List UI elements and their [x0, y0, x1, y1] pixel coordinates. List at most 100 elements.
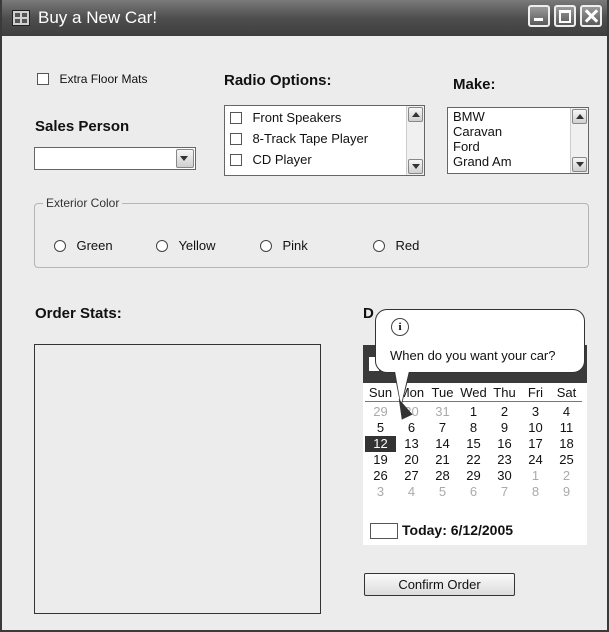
calendar-day[interactable]: 9 — [551, 484, 582, 500]
calendar-day[interactable]: 1 — [458, 404, 489, 420]
calendar-day[interactable]: 30 — [489, 468, 520, 484]
app-window: Buy a New Car! Extra Floor Mats Sales Pe… — [0, 0, 609, 632]
scroll-down-icon[interactable] — [572, 157, 587, 172]
list-item[interactable]: Grand Am — [453, 154, 512, 169]
calendar-day[interactable]: 5 — [365, 420, 396, 436]
scroll-up-icon[interactable] — [572, 109, 587, 124]
radio-label: Yellow — [178, 238, 216, 253]
calendar-day[interactable]: 14 — [427, 436, 458, 452]
title-bar[interactable]: Buy a New Car! — [2, 0, 607, 36]
exterior-color-group: Exterior Color Green Yellow Pink Red — [34, 196, 589, 268]
list-item[interactable]: Caravan — [453, 124, 512, 139]
order-stats-box — [34, 344, 321, 614]
calendar-day[interactable]: 19 — [365, 452, 396, 468]
calendar-day[interactable]: 21 — [427, 452, 458, 468]
calendar-day[interactable]: 17 — [520, 436, 551, 452]
calendar-day[interactable]: 2 — [551, 468, 582, 484]
checkbox-box[interactable] — [37, 72, 49, 85]
close-icon[interactable] — [580, 5, 602, 27]
weekday-header: Wed — [460, 385, 487, 400]
calendar-day[interactable]: 25 — [551, 452, 582, 468]
calendar-day[interactable]: 31 — [427, 404, 458, 420]
calendar-day[interactable]: 20 — [396, 452, 427, 468]
radio-circle[interactable] — [156, 239, 168, 252]
make-listbox[interactable]: BMW Caravan Ford Grand Am — [447, 107, 589, 174]
sales-person-label: Sales Person — [35, 118, 130, 135]
calendar-day[interactable]: 11 — [551, 420, 582, 436]
calendar-day[interactable]: 2 — [489, 404, 520, 420]
today-marker — [370, 523, 398, 540]
radio-circle[interactable] — [373, 239, 385, 252]
scrollbar[interactable] — [570, 108, 588, 173]
calendar-day[interactable]: 8 — [520, 484, 551, 500]
calendar-day[interactable]: 27 — [396, 468, 427, 484]
calendar-day[interactable]: 16 — [489, 436, 520, 452]
calendar-day[interactable]: 10 — [520, 420, 551, 436]
calendar-day[interactable]: 1 — [520, 468, 551, 484]
scrollbar[interactable] — [406, 106, 424, 175]
tooltip: i When do you want your car? — [375, 309, 585, 373]
radio-label: Green — [76, 238, 113, 253]
radio-options-checklist[interactable]: Front Speakers 8-Track Tape Player CD Pl… — [224, 105, 425, 176]
radio-options-label: Radio Options: — [224, 72, 332, 89]
sales-person-combobox[interactable] — [34, 147, 196, 170]
maximize-icon[interactable] — [554, 5, 576, 27]
calendar-day[interactable]: 7 — [427, 420, 458, 436]
calendar-day[interactable]: 13 — [396, 436, 427, 452]
list-item-label: CD Player — [252, 152, 312, 167]
calendar-day[interactable]: 22 — [458, 452, 489, 468]
calendar-day[interactable]: 5 — [427, 484, 458, 500]
calendar-day[interactable]: 24 — [520, 452, 551, 468]
radio-label: Red — [395, 238, 420, 253]
checkbox-box[interactable] — [230, 111, 242, 124]
checkbox-box[interactable] — [230, 153, 242, 166]
checkbox-box[interactable] — [230, 132, 242, 145]
calendar-day[interactable]: 4 — [396, 484, 427, 500]
minimize-icon[interactable] — [528, 5, 550, 27]
make-label: Make: — [453, 76, 496, 93]
list-item[interactable]: CD Player — [230, 151, 312, 169]
calendar-day[interactable]: 15 — [458, 436, 489, 452]
radio-yellow[interactable]: Yellow — [156, 237, 216, 255]
list-item[interactable]: Ford — [453, 139, 512, 154]
calendar-day[interactable]: 3 — [365, 484, 396, 500]
radio-circle[interactable] — [260, 239, 272, 252]
calendar-day[interactable]: 29 — [365, 404, 396, 420]
scroll-up-icon[interactable] — [408, 107, 423, 122]
calendar-day[interactable]: 29 — [458, 468, 489, 484]
order-stats-label: Order Stats: — [35, 305, 122, 322]
calendar-day[interactable]: 18 — [551, 436, 582, 452]
radio-green[interactable]: Green — [54, 237, 113, 255]
scroll-down-icon[interactable] — [408, 159, 423, 174]
calendar-day[interactable]: 28 — [427, 468, 458, 484]
calendar-day[interactable]: 6 — [458, 484, 489, 500]
exterior-color-label: Exterior Color — [43, 196, 123, 210]
calendar-day[interactable]: 9 — [489, 420, 520, 436]
list-item[interactable]: BMW — [453, 109, 512, 124]
weekday-header: Thu — [493, 385, 516, 400]
calendar-day[interactable]: 12 — [365, 436, 396, 452]
calendar-day[interactable]: 4 — [551, 404, 582, 420]
calendar-day[interactable]: 7 — [489, 484, 520, 500]
radio-red[interactable]: Red — [373, 237, 419, 255]
delivery-label: D — [363, 305, 374, 322]
list-item-label: Front Speakers — [252, 110, 342, 125]
weekday-header: Tue — [431, 385, 454, 400]
extra-floor-mats-label: Extra Floor Mats — [59, 72, 148, 86]
calendar-day[interactable]: 6 — [396, 420, 427, 436]
calendar-day[interactable]: 26 — [365, 468, 396, 484]
calendar-day[interactable]: 3 — [520, 404, 551, 420]
list-item[interactable]: 8-Track Tape Player — [230, 130, 368, 148]
weekday-header: Sun — [368, 385, 393, 400]
extra-floor-mats-checkbox[interactable]: Extra Floor Mats — [37, 70, 147, 88]
radio-circle[interactable] — [54, 239, 66, 252]
tooltip-text: When do you want your car? — [390, 348, 556, 363]
radio-label: Pink — [282, 238, 308, 253]
list-item[interactable]: Front Speakers — [230, 109, 341, 127]
calendar-day[interactable]: 23 — [489, 452, 520, 468]
today-link[interactable]: Today: 6/12/2005 — [370, 522, 513, 540]
calendar-day[interactable]: 8 — [458, 420, 489, 436]
confirm-order-button[interactable]: Confirm Order — [364, 573, 515, 596]
chevron-down-icon[interactable] — [176, 149, 194, 168]
radio-pink[interactable]: Pink — [260, 237, 308, 255]
